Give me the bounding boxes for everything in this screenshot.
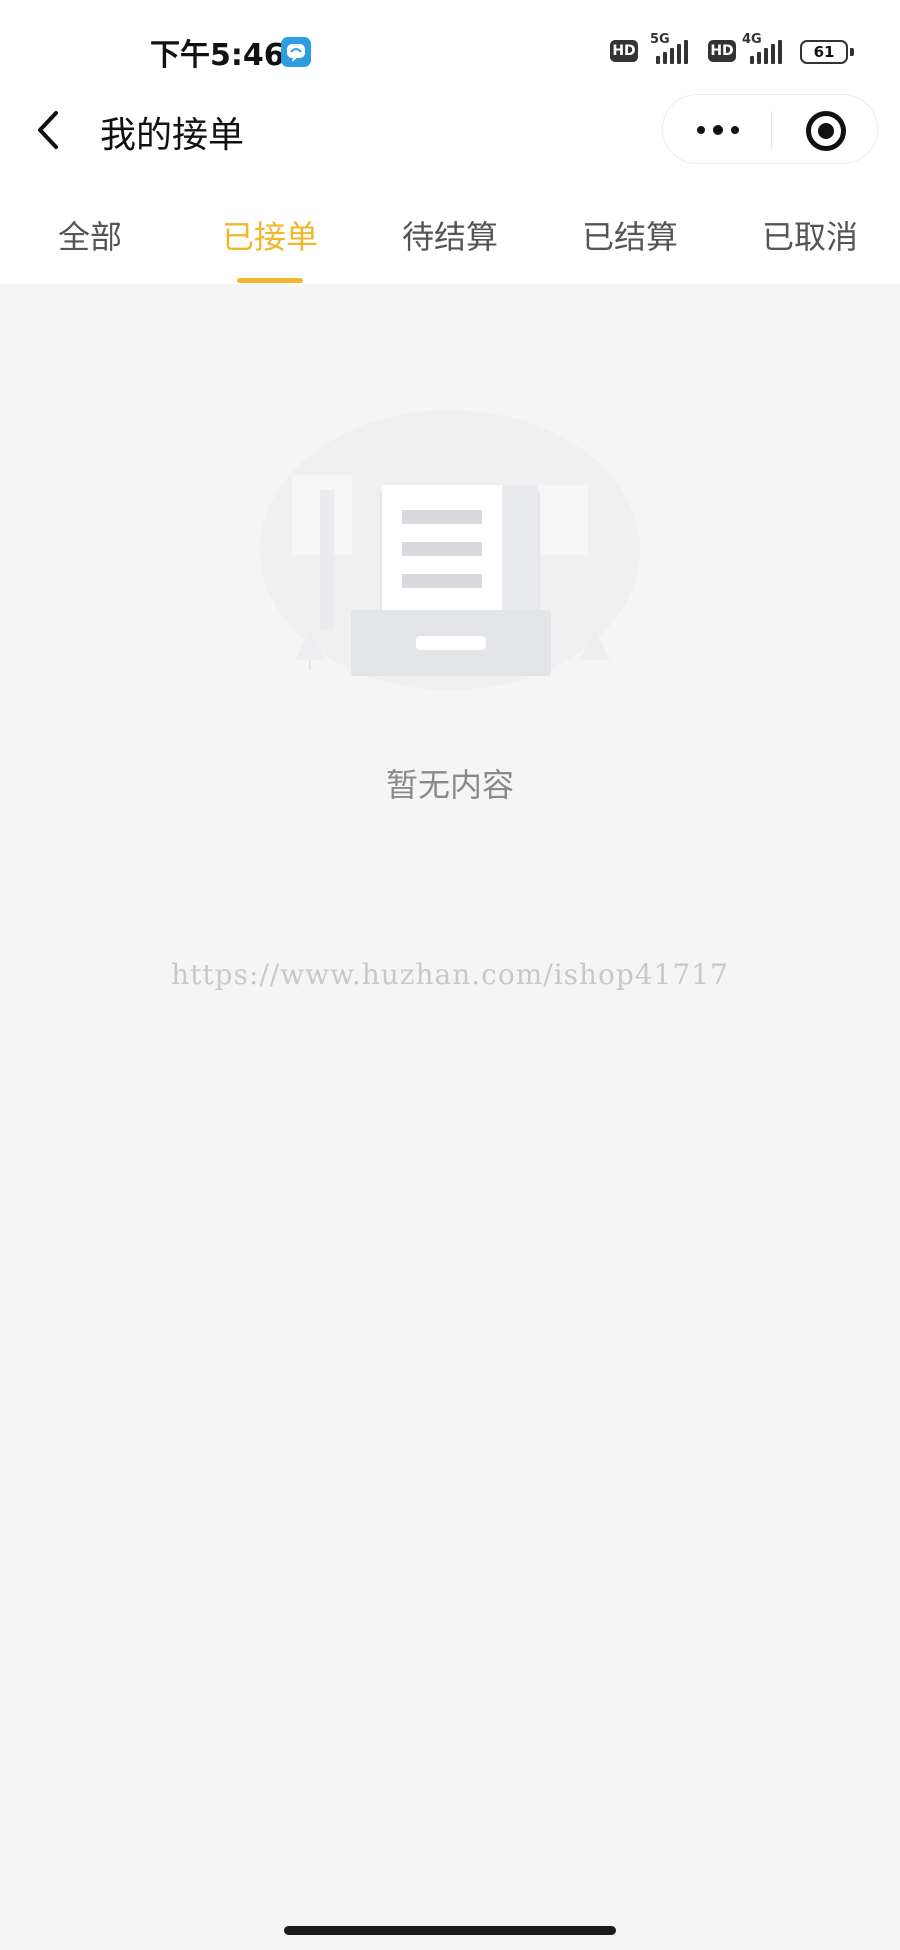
mini-program-capsule bbox=[662, 94, 878, 164]
signal-icon-2 bbox=[742, 40, 782, 64]
back-button[interactable] bbox=[30, 105, 70, 155]
status-time: 下午5:46 bbox=[150, 38, 285, 73]
page-title: 我的接单 bbox=[100, 115, 245, 156]
hd-icon: HD bbox=[610, 40, 638, 62]
header-area: 下午5:46 HD 5G HD 4G 61 我的接单 全部 已接单 待结算 已结… bbox=[0, 0, 900, 284]
tab-accepted[interactable]: 已接单 bbox=[180, 212, 360, 258]
app-notification-icon bbox=[281, 37, 311, 67]
tab-pending-settlement[interactable]: 待结算 bbox=[360, 212, 540, 258]
battery-tip bbox=[850, 48, 854, 56]
chevron-left-icon bbox=[38, 111, 58, 149]
order-status-tabs: 全部 已接单 待结算 已结算 已取消 bbox=[0, 200, 900, 284]
empty-document-tray-icon bbox=[250, 360, 650, 700]
battery-level: 61 bbox=[813, 43, 835, 61]
more-dots-icon bbox=[697, 126, 705, 134]
empty-state-message: 暂无内容 bbox=[385, 766, 514, 804]
more-dots-icon-center bbox=[713, 125, 723, 135]
home-indicator[interactable] bbox=[284, 1926, 616, 1935]
tab-all[interactable]: 全部 bbox=[0, 212, 180, 258]
more-dots-icon-right bbox=[731, 126, 739, 134]
hd-icon-2: HD bbox=[708, 40, 736, 62]
watermark-text: https://www.huzhan.com/ishop41717 bbox=[171, 958, 729, 991]
tab-cancelled[interactable]: 已取消 bbox=[720, 212, 900, 258]
active-tab-indicator bbox=[237, 278, 303, 283]
battery-icon: 61 bbox=[800, 40, 848, 64]
target-close-icon-dot bbox=[818, 123, 834, 139]
tab-settled[interactable]: 已结算 bbox=[540, 212, 720, 258]
signal-icon bbox=[650, 40, 690, 64]
close-button[interactable] bbox=[771, 95, 879, 165]
more-button[interactable] bbox=[663, 95, 771, 165]
